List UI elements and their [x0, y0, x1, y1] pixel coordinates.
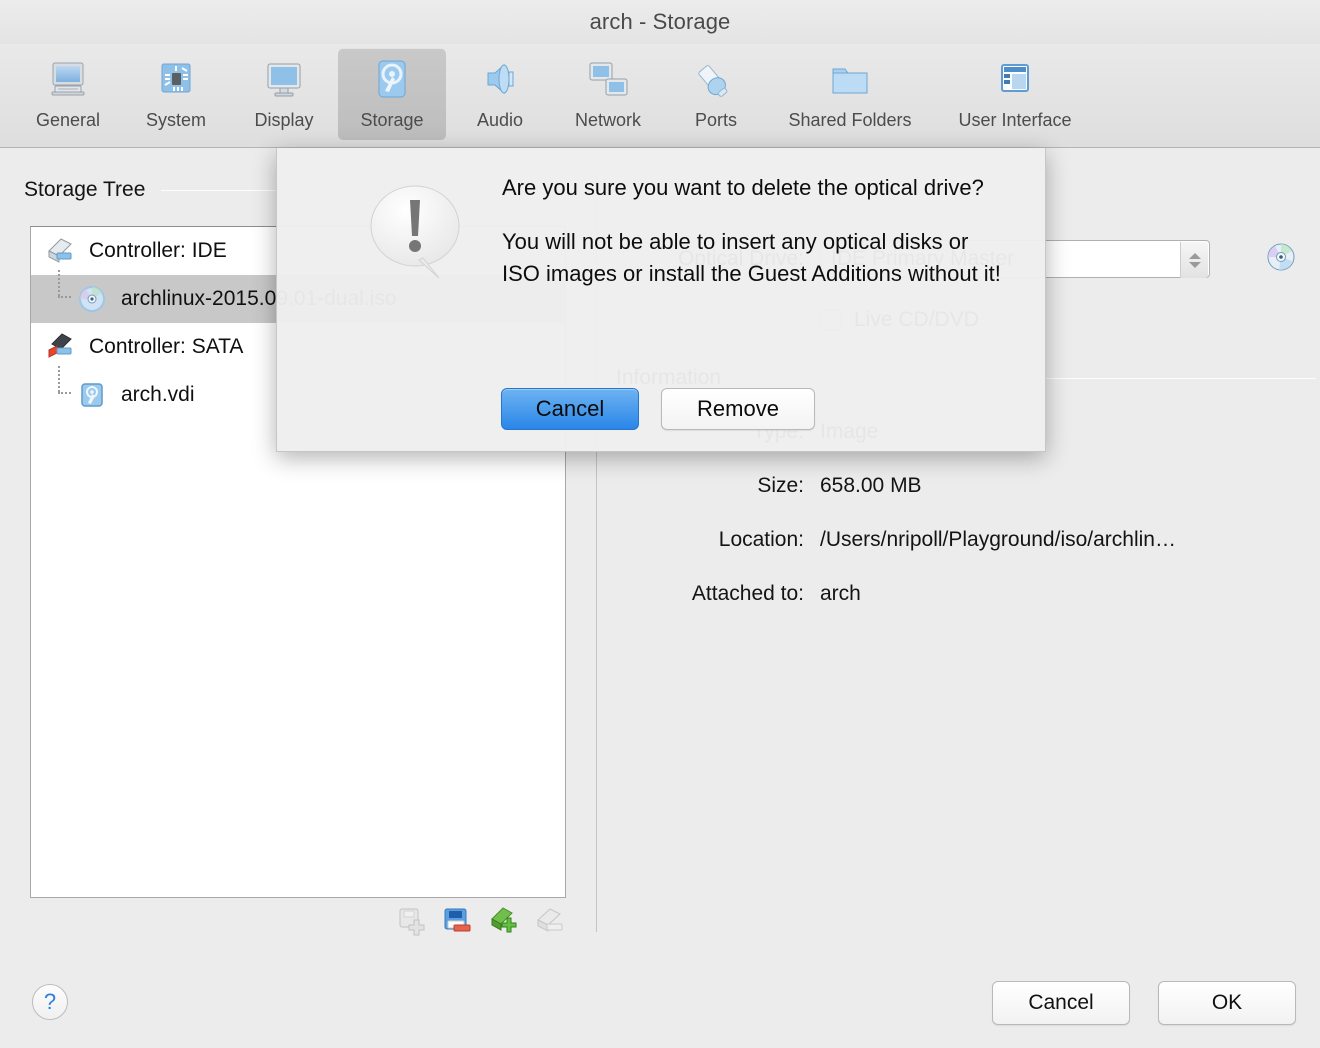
harddisk-small-icon [75, 378, 109, 412]
settings-toolbar: General System Display Storage Audio Net… [0, 44, 1320, 148]
toolbar-label-storage: Storage [360, 110, 424, 130]
speaker-icon [475, 54, 525, 104]
choose-disk-image-button[interactable] [1264, 240, 1298, 274]
toolbar-item-audio[interactable]: Audio [446, 48, 554, 140]
footer-cancel-button[interactable]: Cancel [992, 981, 1130, 1025]
tree-row-label: arch.vdi [121, 383, 195, 406]
toolbar-label-system: System [145, 110, 206, 130]
delete-confirmation-dialog: Are you sure you want to delete the opti… [276, 148, 1046, 452]
toolbar-item-system[interactable]: System [122, 48, 230, 140]
chevron-up-icon [1188, 252, 1201, 259]
warning-bubble-icon [361, 180, 469, 288]
help-button[interactable]: ? [32, 984, 68, 1020]
location-value: /Users/nripoll/Playground/iso/archlin… [820, 528, 1176, 551]
storage-tree-label: Storage Tree [24, 178, 146, 201]
sata-controller-icon [43, 330, 77, 364]
stepper-control[interactable] [1180, 242, 1208, 278]
size-row: Size: 658.00 MB [616, 474, 922, 498]
toolbar-label-display: Display [254, 110, 314, 130]
dialog-message: Are you sure you want to delete the opti… [502, 172, 1002, 290]
toolbar-item-network[interactable]: Network [554, 48, 662, 140]
network-icon [583, 54, 633, 104]
attached-to-value: arch [820, 582, 861, 605]
remove-controller-icon[interactable] [441, 904, 475, 938]
monitor-icon [43, 54, 93, 104]
display-icon [259, 54, 309, 104]
tree-row-label: Controller: SATA [89, 335, 244, 358]
window-title: arch - Storage [589, 9, 731, 34]
toolbar-item-user-interface[interactable]: User Interface [930, 48, 1100, 140]
settings-window: arch - Storage General System Display St… [0, 0, 1320, 1048]
toolbar-item-storage[interactable]: Storage [338, 48, 446, 140]
toolbar-item-ports[interactable]: Ports [662, 48, 770, 140]
chevron-down-icon [1188, 261, 1201, 268]
dialog-paragraph-primary: Are you sure you want to delete the opti… [502, 175, 984, 200]
tree-elbow [49, 366, 75, 412]
add-controller-icon[interactable] [395, 904, 429, 938]
dialog-paragraph-secondary: You will not be able to insert any optic… [502, 229, 1001, 286]
harddisk-icon [367, 54, 417, 104]
toolbar-label-network: Network [574, 110, 641, 130]
motherboard-icon [151, 54, 201, 104]
title-bar: arch - Storage [0, 0, 1320, 44]
tree-elbow [49, 270, 75, 316]
remove-attachment-icon[interactable] [533, 904, 567, 938]
location-row: Location: /Users/nripoll/Playground/iso/… [616, 528, 1176, 552]
folder-icon [825, 54, 875, 104]
toolbar-item-display[interactable]: Display [230, 48, 338, 140]
toolbar-item-general[interactable]: General [14, 48, 122, 140]
window-layout-icon [990, 54, 1040, 104]
toolbar-label-user-interface: User Interface [958, 110, 1072, 130]
location-label: Location: [718, 528, 804, 551]
ports-icon [691, 54, 741, 104]
dialog-cancel-button[interactable]: Cancel [501, 388, 639, 430]
attached-to-label: Attached to: [691, 582, 804, 605]
toolbar-label-general: General [35, 110, 101, 130]
attached-to-row: Attached to: arch [616, 582, 861, 606]
cd-disc-icon [75, 282, 109, 316]
size-value: 658.00 MB [820, 474, 922, 497]
dialog-button-row: Cancel Remove [501, 388, 815, 430]
footer-ok-button[interactable]: OK [1158, 981, 1296, 1025]
toolbar-label-audio: Audio [476, 110, 524, 130]
toolbar-item-shared-folders[interactable]: Shared Folders [770, 48, 930, 140]
size-label: Size: [757, 474, 804, 497]
tree-row-label: Controller: IDE [89, 239, 227, 262]
storage-tree-actions [395, 904, 567, 938]
ide-controller-icon [43, 234, 77, 268]
add-attachment-icon[interactable] [487, 904, 521, 938]
dialog-remove-button[interactable]: Remove [661, 388, 815, 430]
toolbar-label-ports: Ports [694, 110, 737, 130]
toolbar-label-shared-folders: Shared Folders [788, 110, 912, 130]
